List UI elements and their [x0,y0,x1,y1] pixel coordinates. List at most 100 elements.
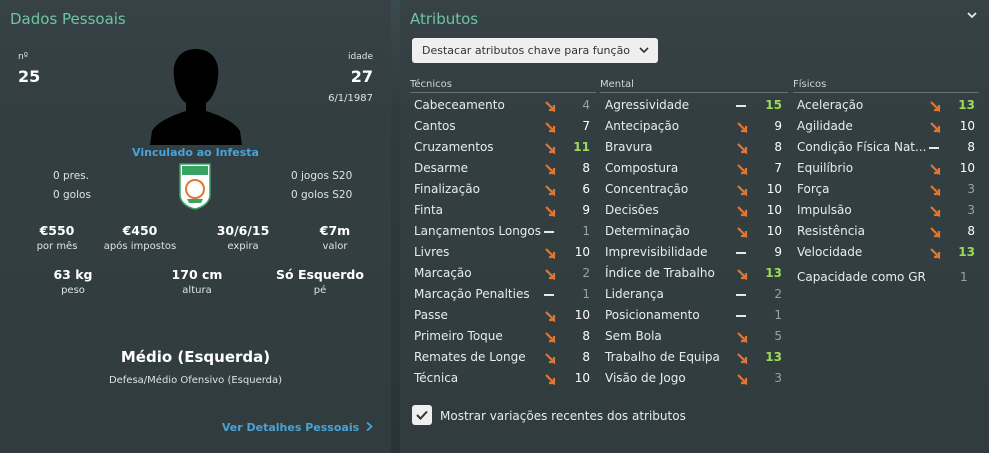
attribute-row-technical[interactable]: Técnica 10 [414,368,594,389]
attribute-row-mental[interactable]: Determinação 10 [605,221,786,242]
attribute-value: 4 [582,98,590,112]
attribute-row-technical[interactable]: Finalização 6 [414,179,594,200]
personal-details-panel: Dados Pessoais nº 25 idade 27 6/1/1987 V… [0,0,391,453]
attribute-row-mental[interactable]: Concentração 10 [605,179,786,200]
trend-arrow-icon [545,332,556,343]
attribute-value: 7 [774,161,782,175]
games-u20: 0 jogos S20 [291,170,353,182]
trend-arrow-icon [545,101,556,112]
attribute-value: 10 [574,371,590,385]
attribute-row-technical[interactable]: Marcação Penalties 1 [414,284,594,305]
trend-arrow-icon [737,269,748,280]
attribute-row-technical[interactable]: Cabeceamento 4 [414,95,594,116]
attribute-row-technical[interactable]: Finta 9 [414,200,594,221]
player-silhouette-icon [150,49,242,145]
show-recent-changes-checkbox[interactable] [412,405,432,425]
attribute-value: 13 [958,98,975,112]
attribute-name: Agilidade [797,119,853,133]
highlight-key-attributes-dropdown[interactable]: Destacar atributos chave para função [412,38,658,63]
attribute-value: 10 [766,203,782,217]
goalkeeper-capability-label: Capacidade como GR [797,270,926,284]
trend-arrow-icon [930,101,941,112]
attribute-name: Equilíbrio [797,161,854,175]
preferred-foot-value: Só Esquerdo [276,267,364,282]
weight-label: peso [61,285,85,296]
attribute-name: Impulsão [797,203,852,217]
attribute-value: 8 [582,161,590,175]
trend-arrow-icon [737,122,748,133]
attribute-name: Antecipação [605,119,680,133]
attribute-row-mental[interactable]: Índice de Trabalho 13 [605,263,786,284]
trend-arrow-icon [930,185,941,196]
attribute-name: Remates de Longe [414,350,526,364]
trend-arrow-icon [545,206,556,217]
technical-heading: Técnicos [410,79,453,90]
trend-arrow-icon [737,353,748,364]
club-status-link[interactable]: Vinculado ao Infesta [0,146,391,159]
attribute-row-technical[interactable]: Lançamentos Longos 1 [414,221,594,242]
attributes-title: Atributos [410,10,479,28]
attribute-row-mental[interactable]: Imprevisibilidade 9 [605,242,786,263]
attribute-name: Resistência [797,224,865,238]
trend-arrow-icon [737,332,748,343]
mental-heading: Mental [600,79,634,90]
attribute-row-physical[interactable]: Aceleração 13 [797,95,979,116]
attribute-row-physical[interactable]: Equilíbrio 10 [797,158,979,179]
attribute-row-technical[interactable]: Passe 10 [414,305,594,326]
attribute-row-mental[interactable]: Visão de Jogo 3 [605,368,786,389]
goalkeeper-capability-value: 1 [960,270,968,284]
attribute-value: 8 [774,140,782,154]
attribute-name: Aceleração [797,98,864,112]
attribute-row-physical[interactable]: Força 3 [797,179,979,200]
attribute-name: Determinação [605,224,690,238]
attribute-row-physical[interactable]: Velocidade 13 [797,242,979,263]
attribute-row-technical[interactable]: Cruzamentos 11 [414,137,594,158]
attribute-row-mental[interactable]: Trabalho de Equipa 13 [605,347,786,368]
trend-arrow-icon [545,122,556,133]
attribute-row-mental[interactable]: Antecipação 9 [605,116,786,137]
attribute-row-physical[interactable]: Condição Física Nat... 8 [797,137,979,158]
attribute-value: 10 [959,119,975,133]
attribute-row-mental[interactable]: Posicionamento 1 [605,305,786,326]
attribute-value: 2 [774,287,782,301]
attribute-row-mental[interactable]: Sem Bola 5 [605,326,786,347]
physical-divider [793,92,979,93]
attribute-name: Livres [414,245,450,259]
attribute-row-technical[interactable]: Primeiro Toque 8 [414,326,594,347]
attribute-value: 13 [765,350,782,364]
attribute-row-physical[interactable]: Impulsão 3 [797,200,979,221]
no-change-dash-icon [544,231,554,233]
attribute-row-mental[interactable]: Decisões 10 [605,200,786,221]
trend-arrow-icon [737,185,748,196]
attribute-row-physical[interactable]: Resistência 8 [797,221,979,242]
trend-arrow-icon [545,374,556,385]
attribute-row-mental[interactable]: Agressividade 15 [605,95,786,116]
attribute-row-technical[interactable]: Livres 10 [414,242,594,263]
attribute-name: Primeiro Toque [414,329,503,343]
attribute-value: 3 [967,203,975,217]
attribute-value: 3 [967,182,975,196]
no-change-dash-icon [929,147,939,149]
attribute-row-technical[interactable]: Remates de Longe 8 [414,347,594,368]
attribute-row-mental[interactable]: Liderança 2 [605,284,786,305]
attribute-row-technical[interactable]: Desarme 8 [414,158,594,179]
attribute-row-technical[interactable]: Marcação 2 [414,263,594,284]
attribute-value: 13 [958,245,975,259]
attribute-value: 9 [774,245,782,259]
club-badge-icon [179,163,211,210]
attribute-row-physical[interactable]: Agilidade 10 [797,116,979,137]
trend-arrow-icon [737,206,748,217]
attribute-row-mental[interactable]: Bravura 8 [605,137,786,158]
show-recent-changes-label: Mostrar variações recentes dos atributos [440,409,686,423]
attribute-name: Cantos [414,119,456,133]
mental-divider [600,92,788,93]
no-change-dash-icon [544,294,554,296]
view-personal-details-link[interactable]: Ver Detalhes Pessoais [222,421,373,434]
attribute-value: 10 [766,182,782,196]
attribute-value: 2 [582,266,590,280]
attribute-row-mental[interactable]: Compostura 7 [605,158,786,179]
attribute-name: Concentração [605,182,689,196]
attribute-row-technical[interactable]: Cantos 7 [414,116,594,137]
secondary-positions: Defesa/Médio Ofensivo (Esquerda) [108,375,283,386]
chevron-down-icon[interactable] [967,10,977,20]
